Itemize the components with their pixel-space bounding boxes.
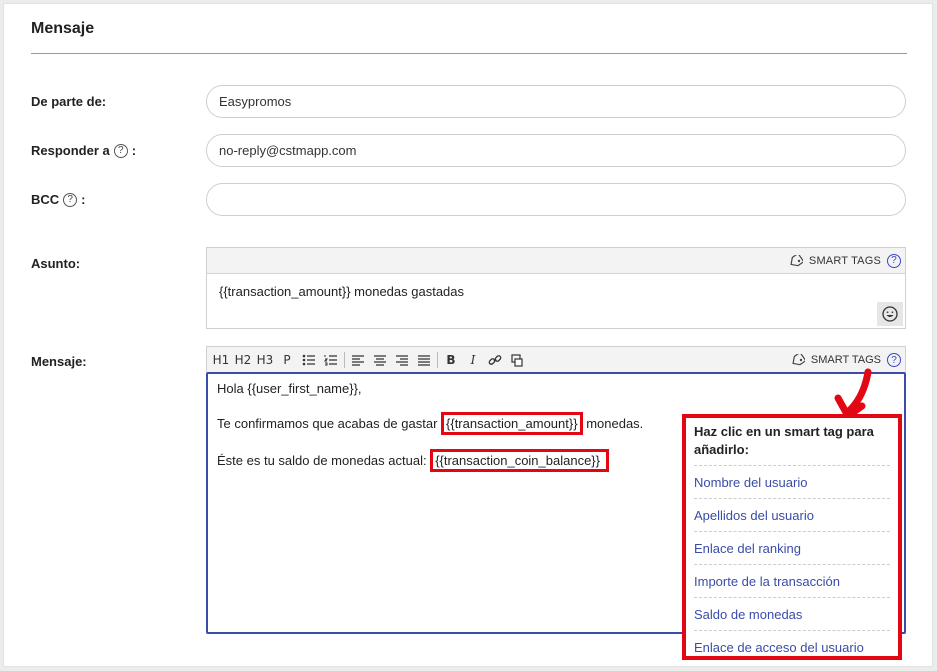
smart-tags-button[interactable]: SMART TAGS [811, 354, 881, 366]
section-divider [31, 53, 907, 54]
tag-icon [792, 354, 805, 366]
bullet-list-button[interactable] [298, 349, 320, 371]
subject-label: Asunto: [31, 256, 81, 271]
paragraph-button[interactable]: P [276, 349, 298, 371]
heading3-button[interactable]: H3 [254, 349, 276, 371]
section-title: Mensaje [31, 20, 95, 37]
subject-toolbar: SMART TAGS ? [207, 248, 905, 274]
align-right-icon [396, 354, 408, 366]
align-justify-button[interactable] [413, 349, 435, 371]
bold-button[interactable]: B [440, 349, 462, 371]
from-input[interactable]: Easypromos [206, 85, 906, 118]
smart-tag-item[interactable]: Enlace de acceso del usuario [694, 631, 890, 664]
message-toolbar: H1 H2 H3 P B I SMART TAGS ? [206, 346, 906, 372]
smart-tag-item[interactable]: Apellidos del usuario [694, 499, 890, 532]
help-icon[interactable]: ? [887, 353, 901, 367]
smart-tag-item[interactable]: Importe de la transacción [694, 565, 890, 598]
highlighted-tag: {{transaction_amount}} [441, 412, 583, 435]
clear-format-button[interactable] [506, 349, 528, 371]
help-icon[interactable]: ? [63, 192, 78, 207]
message-line: Hola {{user_first_name}}, [217, 381, 362, 396]
emoji-icon [882, 306, 898, 322]
align-left-button[interactable] [347, 349, 369, 371]
subject-editor[interactable]: SMART TAGS ? {{transaction_amount}} mone… [206, 247, 906, 329]
bcc-label: BCC ? : [31, 192, 86, 207]
numbered-list-button[interactable] [320, 349, 342, 371]
smart-tags-button[interactable]: SMART TAGS [809, 255, 881, 267]
align-center-button[interactable] [369, 349, 391, 371]
align-justify-icon [418, 354, 430, 366]
message-line: Éste es tu saldo de monedas actual: {{tr… [217, 449, 609, 472]
link-icon [488, 354, 502, 365]
help-icon[interactable]: ? [887, 253, 901, 268]
smart-tag-item[interactable]: Nombre del usuario [694, 466, 890, 499]
align-right-button[interactable] [391, 349, 413, 371]
align-left-icon [352, 354, 364, 366]
toolbar-divider [344, 351, 345, 368]
reply-to-input[interactable]: no-reply@cstmapp.com [206, 134, 906, 167]
from-label: De parte de: [31, 94, 107, 109]
smart-tag-popup: Haz clic en un smart tag para añadirlo: … [682, 414, 902, 660]
bcc-input[interactable] [206, 183, 906, 216]
help-icon[interactable]: ? [113, 143, 128, 158]
eraser-icon [511, 353, 523, 367]
highlighted-tag: {{transaction_coin_balance}} [430, 449, 609, 472]
heading1-button[interactable]: H1 [210, 349, 232, 371]
bullet-list-icon [302, 354, 315, 365]
reply-to-label: Responder a ? : [31, 143, 137, 158]
tag-icon [790, 254, 803, 266]
popup-header: Haz clic en un smart tag para añadirlo: [694, 418, 890, 466]
link-button[interactable] [484, 349, 506, 371]
toolbar-divider [437, 351, 438, 368]
message-line: Te confirmamos que acabas de gastar {{tr… [217, 412, 643, 435]
align-center-icon [374, 354, 386, 366]
heading2-button[interactable]: H2 [232, 349, 254, 371]
smart-tag-item[interactable]: Saldo de monedas [694, 598, 890, 631]
subject-text[interactable]: {{transaction_amount}} monedas gastadas [219, 284, 464, 299]
smart-tag-item[interactable]: Enlace del ranking [694, 532, 890, 565]
emoji-button[interactable] [877, 302, 903, 326]
numbered-list-icon [324, 354, 337, 365]
italic-button[interactable]: I [462, 349, 484, 371]
message-label: Mensaje: [31, 354, 87, 369]
